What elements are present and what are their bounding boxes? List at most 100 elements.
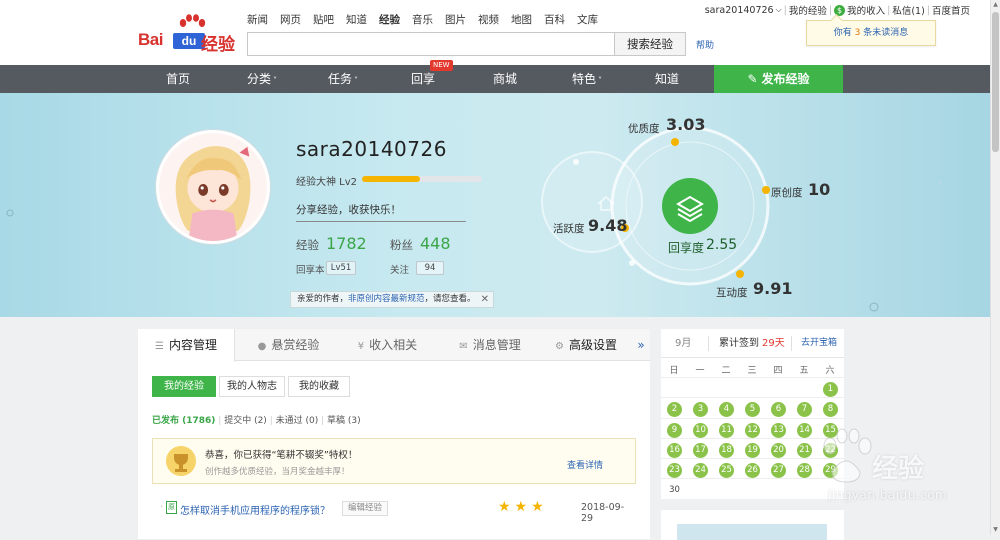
award-details-link[interactable]: 查看详情 bbox=[567, 458, 603, 471]
baidu-jingyan-logo[interactable]: Bai du 经验 bbox=[138, 14, 238, 55]
scrollbar-thumb[interactable] bbox=[992, 12, 999, 152]
open-treasure-link[interactable]: 去开宝箱 bbox=[801, 329, 837, 358]
subtab-my-profiles[interactable]: 我的人物志 bbox=[219, 376, 285, 397]
chevron-down-icon[interactable]: ⌵ bbox=[776, 5, 782, 15]
username-menu[interactable]: sara20140726 bbox=[705, 5, 774, 16]
tab-bar: ☰ 内容管理 ● 悬赏经验 ¥ 收入相关 ✉ 消息管理 ⚙ 高级设置 » bbox=[138, 329, 650, 362]
nav-link-music[interactable]: 音乐 bbox=[412, 12, 433, 27]
calendar-day-checked[interactable]: 26 bbox=[745, 463, 760, 478]
edit-article-button[interactable]: 编辑经验 bbox=[342, 501, 389, 516]
nav-featured[interactable]: 特色 ˅ bbox=[547, 65, 627, 93]
calendar-header: 9月 累计签到 29天 去开宝箱 bbox=[661, 329, 844, 358]
baidu-home-link[interactable]: 百度首页 bbox=[932, 3, 970, 17]
nav-zhidao-label: 知道 bbox=[654, 72, 679, 86]
scroll-up-arrow-icon[interactable]: ▲ bbox=[992, 1, 999, 9]
filter-rejected[interactable]: 未通过 (0) bbox=[276, 416, 319, 426]
calendar-day-checked[interactable]: 4 bbox=[719, 402, 734, 417]
nav-zhidao[interactable]: 知道 bbox=[627, 65, 707, 93]
nav-task[interactable]: 任务 ˅ bbox=[303, 65, 383, 93]
fans-value[interactable]: 448 bbox=[420, 234, 451, 253]
calendar-day-checked[interactable]: 3 bbox=[693, 402, 708, 417]
calendar-day-checked[interactable]: 13 bbox=[771, 423, 786, 438]
nav-category-label: 分类 bbox=[246, 72, 271, 86]
calendar-day-checked[interactable]: 23 bbox=[667, 463, 682, 478]
calendar-day-checked[interactable]: 16 bbox=[667, 443, 682, 458]
calendar-day[interactable]: 30 bbox=[667, 483, 682, 498]
nav-link-baike[interactable]: 百科 bbox=[544, 12, 565, 27]
private-message-link[interactable]: 私信(1) bbox=[892, 3, 924, 17]
nav-link-tieba[interactable]: 贴吧 bbox=[313, 12, 334, 27]
calendar-day-checked[interactable]: 6 bbox=[771, 402, 786, 417]
calendar-day-checked[interactable]: 10 bbox=[693, 423, 708, 438]
search-input[interactable] bbox=[247, 32, 615, 56]
help-link[interactable]: 帮助 bbox=[696, 38, 714, 51]
search-button[interactable]: 搜索经验 bbox=[614, 32, 686, 56]
calendar-day-checked[interactable]: 8 bbox=[823, 402, 838, 417]
profile-level: 经验大神 Lv2 bbox=[296, 177, 358, 188]
publish-experience-button[interactable]: ✎ 发布经验 bbox=[714, 65, 843, 93]
profile-motto[interactable]: 分享经验，收获快乐！ bbox=[296, 202, 466, 222]
nav-link-map[interactable]: 地图 bbox=[511, 12, 532, 27]
nav-link-images[interactable]: 图片 bbox=[445, 12, 466, 27]
my-experience-link[interactable]: 我的经验 bbox=[789, 3, 827, 17]
nav-category[interactable]: 分类 ˅ bbox=[222, 65, 302, 93]
my-income-link[interactable]: 我的收入 bbox=[847, 3, 885, 17]
tab-messages[interactable]: ✉ 消息管理 bbox=[446, 329, 534, 361]
calendar-day-checked[interactable]: 5 bbox=[745, 402, 760, 417]
nav-link-news[interactable]: 新闻 bbox=[247, 12, 268, 27]
ad-image[interactable] bbox=[677, 524, 827, 540]
filter-draft[interactable]: 草稿 (3) bbox=[327, 416, 361, 426]
calendar-day-checked[interactable]: 14 bbox=[797, 423, 812, 438]
article-title-link[interactable]: 怎样取消手机应用程序的程序锁？ bbox=[180, 502, 330, 517]
huixiang-score-value: 2.55 bbox=[706, 237, 738, 253]
exp-value[interactable]: 1782 bbox=[326, 234, 367, 253]
calendar-day-checked[interactable]: 1 bbox=[823, 382, 838, 397]
banner-decoration bbox=[6, 181, 942, 312]
calendar-day-checked[interactable]: 11 bbox=[719, 423, 734, 438]
author-notice: 亲爱的作者，非原创内容最新规范，请您查看。 ✕ bbox=[290, 291, 494, 308]
nav-mall[interactable]: 商城 bbox=[465, 65, 545, 93]
calendar-day-checked[interactable]: 18 bbox=[719, 443, 734, 458]
tab-reward[interactable]: ● 悬赏经验 bbox=[246, 329, 331, 361]
calendar-day-checked[interactable]: 27 bbox=[771, 463, 786, 478]
scroll-down-arrow-icon[interactable]: ▼ bbox=[992, 526, 999, 534]
notice-link[interactable]: 非原创内容最新规范 bbox=[348, 294, 425, 304]
calendar-day-checked[interactable]: 2 bbox=[667, 402, 682, 417]
nav-link-zhidao[interactable]: 知道 bbox=[346, 12, 367, 27]
follow-count-pill[interactable]: 94 bbox=[416, 261, 444, 275]
ad-box bbox=[661, 510, 844, 540]
divider: | bbox=[783, 4, 787, 16]
chevron-down-icon: ˅ bbox=[598, 76, 602, 85]
calendar-day-checked[interactable]: 19 bbox=[745, 443, 760, 458]
nav-link-wenku[interactable]: 文库 bbox=[577, 12, 598, 27]
calendar-day-checked[interactable]: 12 bbox=[745, 423, 760, 438]
nav-link-video[interactable]: 视频 bbox=[478, 12, 499, 27]
tab-advanced-settings[interactable]: ⚙ 高级设置 bbox=[547, 329, 625, 361]
calendar-day-checked[interactable]: 20 bbox=[771, 443, 786, 458]
calendar-day-checked[interactable]: 25 bbox=[719, 463, 734, 478]
close-icon[interactable]: ✕ bbox=[481, 292, 489, 307]
tab-income[interactable]: ¥ 收入相关 bbox=[345, 329, 430, 361]
huixiang-center[interactable] bbox=[662, 178, 718, 234]
calendar-day-checked[interactable]: 17 bbox=[693, 443, 708, 458]
filter-published[interactable]: 已发布 (1786) bbox=[152, 416, 215, 426]
calendar-day-checked[interactable]: 7 bbox=[797, 402, 812, 417]
filter-submitting[interactable]: 提交中 (2) bbox=[224, 416, 267, 426]
calendar-day-checked[interactable]: 9 bbox=[667, 423, 682, 438]
user-avatar[interactable] bbox=[156, 130, 270, 244]
subtab-my-favorites[interactable]: 我的收藏 bbox=[288, 376, 350, 397]
quality-dot bbox=[671, 138, 679, 146]
nav-link-jingyan[interactable]: 经验 bbox=[379, 12, 400, 27]
tab-content-management[interactable]: ☰ 内容管理 bbox=[138, 329, 235, 362]
nav-link-web[interactable]: 网页 bbox=[280, 12, 301, 27]
calendar-day-checked[interactable]: 21 bbox=[797, 443, 812, 458]
nav-home[interactable]: 首页 bbox=[138, 65, 218, 93]
calendar-day-checked[interactable]: 24 bbox=[693, 463, 708, 478]
unread-message-tooltip[interactable]: 你有 3 条未读消息 bbox=[806, 20, 936, 46]
calendar-day-checked[interactable]: 28 bbox=[797, 463, 812, 478]
tab-more-arrow[interactable]: » bbox=[632, 329, 650, 361]
interaction-value: 9.91 bbox=[753, 279, 793, 298]
page-scrollbar[interactable]: ▲ ▼ bbox=[990, 0, 1000, 535]
huixiang-level-pill[interactable]: Lv51 bbox=[326, 261, 356, 275]
subtab-my-experience[interactable]: 我的经验 bbox=[152, 376, 216, 397]
